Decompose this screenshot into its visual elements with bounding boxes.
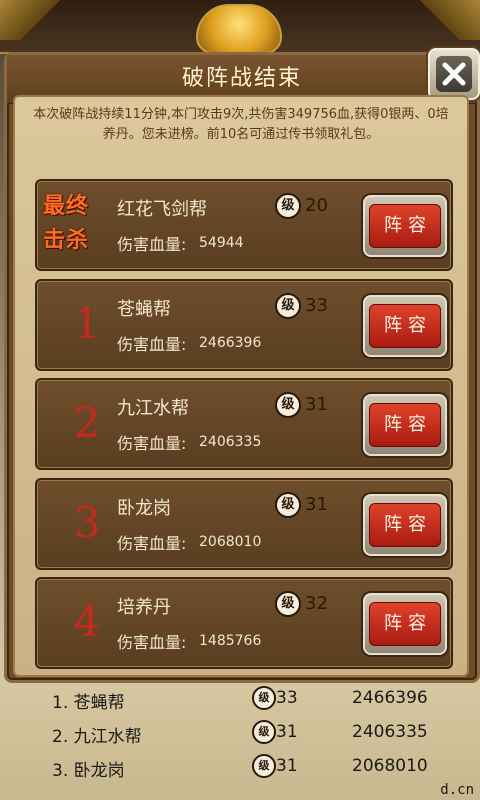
top-decoration bbox=[0, 0, 480, 54]
watermark: d.cn bbox=[440, 782, 474, 798]
rank-number: 3 bbox=[73, 497, 101, 547]
damage-label: 伤害血量: bbox=[117, 235, 187, 254]
guild-name: 九江水帮 bbox=[117, 398, 189, 419]
level-badge-icon: 级 bbox=[252, 754, 276, 778]
damage-value: 2068010 bbox=[199, 533, 262, 550]
ranking-row: 3 卧龙岗 级 31 伤害血量: 2068010 阵容 bbox=[35, 477, 453, 570]
guild-level: 33 bbox=[305, 294, 328, 316]
lineup-button-label: 阵容 bbox=[369, 502, 441, 547]
damage-label: 伤害血量: bbox=[117, 533, 187, 553]
final-kill-badge: 最终 击杀 bbox=[43, 189, 115, 257]
corner-ornament-left bbox=[0, 0, 60, 40]
guild-name: 卧龙岗 bbox=[117, 497, 171, 519]
background-list-level: 31 bbox=[276, 722, 298, 742]
final-kill-line2: 击杀 bbox=[43, 227, 90, 253]
ranking-row-partial bbox=[35, 677, 453, 678]
guild-level: 32 bbox=[305, 593, 328, 614]
battle-result-dialog: 破阵战结束 本次破阵战持续11分钟,本门攻击9次,共伤害349756血,获得0银… bbox=[4, 48, 480, 683]
guild-name: 红花飞剑帮 bbox=[117, 199, 207, 220]
background-list-damage: 2068010 bbox=[352, 756, 428, 776]
background-list-row: 1. 苍蝇帮 级 33 2466396 bbox=[0, 682, 480, 716]
level-badge-icon: 级 bbox=[252, 686, 276, 710]
ranking-row: 1 苍蝇帮 级 33 伤害血量: 2466396 阵容 bbox=[35, 278, 453, 371]
lineup-button[interactable]: 阵容 bbox=[363, 294, 447, 357]
lineup-button-label: 阵容 bbox=[369, 403, 441, 447]
background-list-level: 33 bbox=[276, 688, 298, 708]
guild-level: 20 bbox=[305, 195, 328, 216]
rank-number: 2 bbox=[73, 398, 101, 447]
background-list-row: 2. 九江水帮 级 31 2406335 bbox=[0, 716, 480, 750]
damage-value: 2406335 bbox=[199, 434, 262, 450]
guild-level: 31 bbox=[305, 493, 328, 515]
ranking-list[interactable]: 最终 击杀 红花飞剑帮 级 20 伤害血量: 54944 阵容 1 苍蝇帮 级 … bbox=[35, 179, 453, 678]
damage-value: 2466396 bbox=[199, 334, 262, 351]
ranking-row: 4 培养丹 级 32 伤害血量: 1485766 阵容 bbox=[35, 577, 453, 669]
guild-name: 苍蝇帮 bbox=[117, 298, 171, 320]
background-ranking-list: 1. 苍蝇帮 级 33 2466396 2. 九江水帮 级 31 2406335… bbox=[0, 680, 480, 800]
close-icon bbox=[436, 56, 472, 92]
ranking-row-final-kill: 最终 击杀 红花飞剑帮 级 20 伤害血量: 54944 阵容 bbox=[35, 179, 453, 271]
lineup-button[interactable]: 阵容 bbox=[363, 394, 447, 456]
damage-value: 54944 bbox=[199, 235, 244, 251]
level-badge-icon: 级 bbox=[275, 591, 301, 617]
lineup-button[interactable]: 阵容 bbox=[363, 493, 447, 556]
rank-number: 4 bbox=[73, 597, 101, 646]
background-list-damage: 2466396 bbox=[352, 688, 428, 708]
background-list-row: 3. 卧龙岗 级 31 2068010 bbox=[0, 750, 480, 784]
golden-orb-ornament bbox=[196, 4, 282, 54]
close-button[interactable] bbox=[428, 48, 480, 100]
battle-summary: 本次破阵战持续11分钟,本门攻击9次,共伤害349756血,获得0银两、0培养丹… bbox=[33, 107, 449, 142]
level-badge-icon: 级 bbox=[252, 720, 276, 744]
result-panel: 本次破阵战持续11分钟,本门攻击9次,共伤害349756血,获得0银两、0培养丹… bbox=[13, 95, 469, 677]
lineup-button[interactable]: 阵容 bbox=[363, 195, 447, 257]
background-list-entry: 3. 卧龙岗 bbox=[52, 761, 125, 781]
damage-label: 伤害血量: bbox=[117, 334, 187, 354]
lineup-button-label: 阵容 bbox=[369, 204, 441, 248]
background-list-damage: 2406335 bbox=[352, 722, 428, 742]
lineup-button-label: 阵容 bbox=[369, 602, 441, 646]
level-badge-icon: 级 bbox=[275, 292, 301, 319]
lineup-button[interactable]: 阵容 bbox=[363, 593, 447, 655]
guild-name: 培养丹 bbox=[117, 597, 171, 618]
corner-ornament-right bbox=[420, 0, 480, 40]
level-badge-icon: 级 bbox=[275, 392, 301, 418]
level-badge-icon: 级 bbox=[275, 491, 301, 518]
background-list-level: 31 bbox=[276, 756, 298, 776]
background-list-entry: 1. 苍蝇帮 bbox=[52, 693, 125, 713]
level-badge-icon: 级 bbox=[275, 193, 301, 219]
damage-value: 1485766 bbox=[199, 633, 262, 649]
final-kill-line1: 最终 bbox=[43, 193, 90, 219]
damage-label: 伤害血量: bbox=[117, 633, 187, 652]
rank-number: 1 bbox=[73, 298, 101, 348]
background-list-entry: 2. 九江水帮 bbox=[52, 727, 142, 747]
guild-level: 31 bbox=[305, 394, 328, 415]
damage-label: 伤害血量: bbox=[117, 434, 187, 453]
lineup-button-label: 阵容 bbox=[369, 303, 441, 348]
ranking-row: 2 九江水帮 级 31 伤害血量: 2406335 阵容 bbox=[35, 378, 453, 470]
